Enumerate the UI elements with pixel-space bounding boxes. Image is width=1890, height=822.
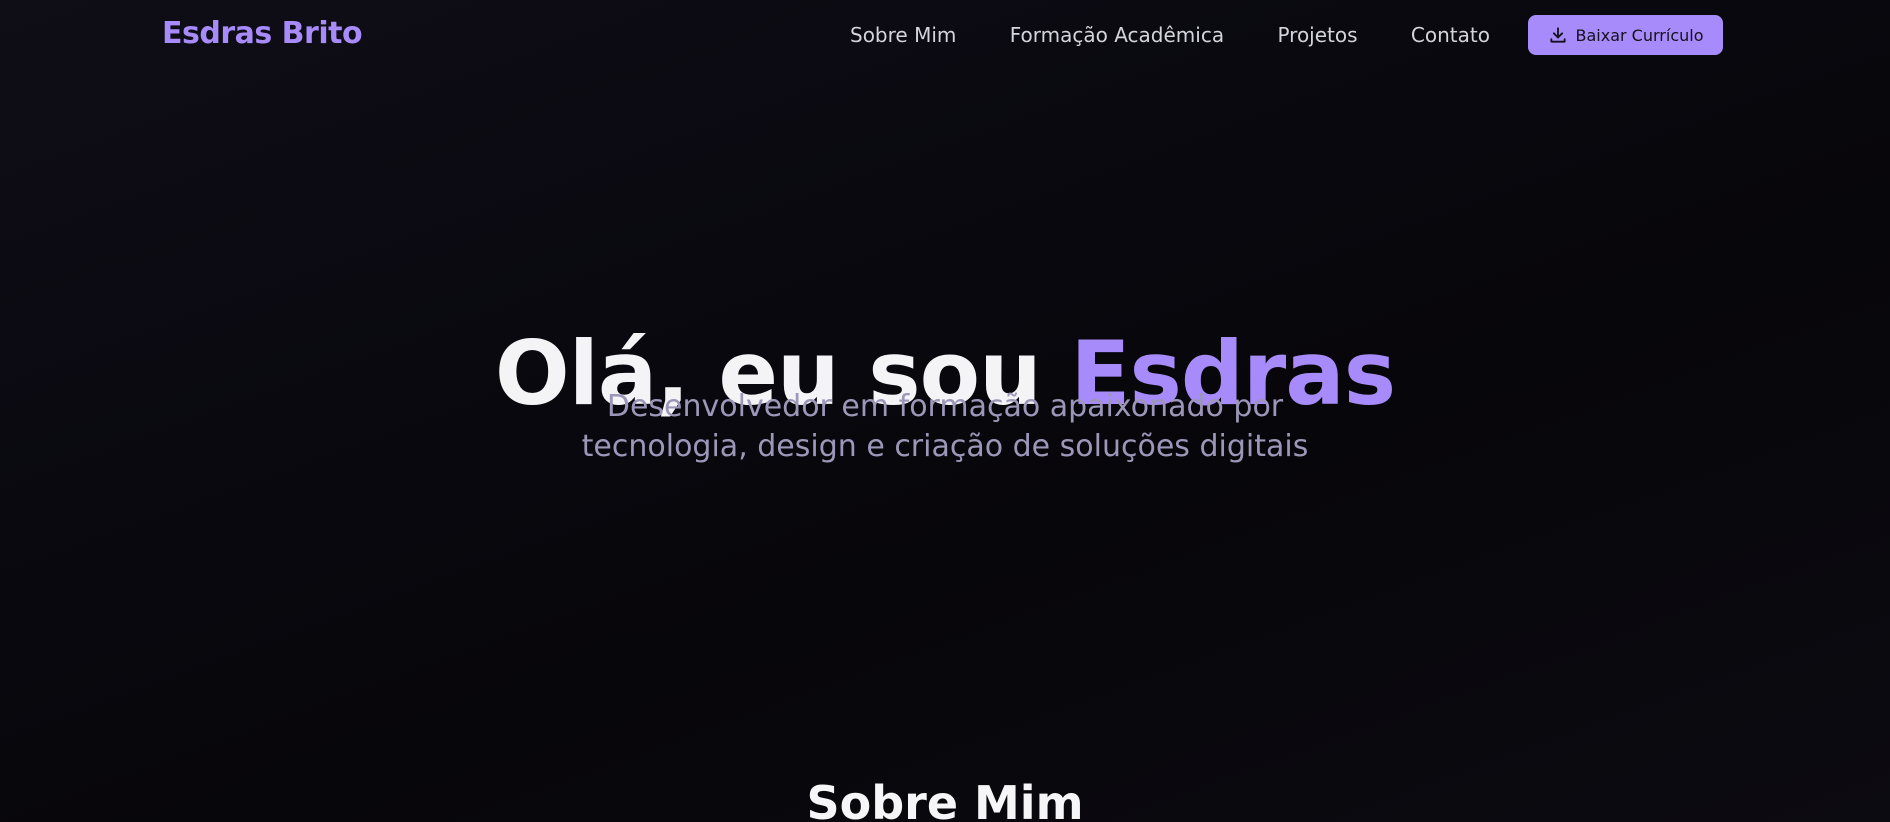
nav-link-sobre-mim[interactable]: Sobre Mim	[850, 20, 956, 50]
nav-link-projetos[interactable]: Projetos	[1277, 20, 1357, 50]
section-title-sobre-mim: Sobre Mim	[806, 776, 1084, 822]
download-cv-button[interactable]: Baixar Currículo	[1528, 15, 1723, 55]
navbar: Esdras Brito Sobre Mim Formação Acadêmic…	[0, 0, 1890, 70]
download-cv-label: Baixar Currículo	[1575, 25, 1704, 45]
download-icon	[1548, 25, 1568, 45]
nav-link-contato[interactable]: Contato	[1411, 20, 1490, 50]
page: Esdras Brito Sobre Mim Formação Acadêmic…	[0, 0, 1890, 822]
brand-logo[interactable]: Esdras Brito	[162, 14, 363, 54]
hero-subtitle: Desenvolvedor em formação apaixonado por…	[0, 387, 1890, 467]
nav-links: Sobre Mim Formação Acadêmica Projetos Co…	[850, 20, 1490, 50]
hero-subtitle-line-2: tecnologia, design e criação de soluções…	[581, 429, 1309, 464]
hero-subtitle-line-1: Desenvolvedor em formação apaixonado por	[606, 389, 1284, 424]
nav-link-formacao-academica[interactable]: Formação Acadêmica	[1010, 20, 1224, 50]
